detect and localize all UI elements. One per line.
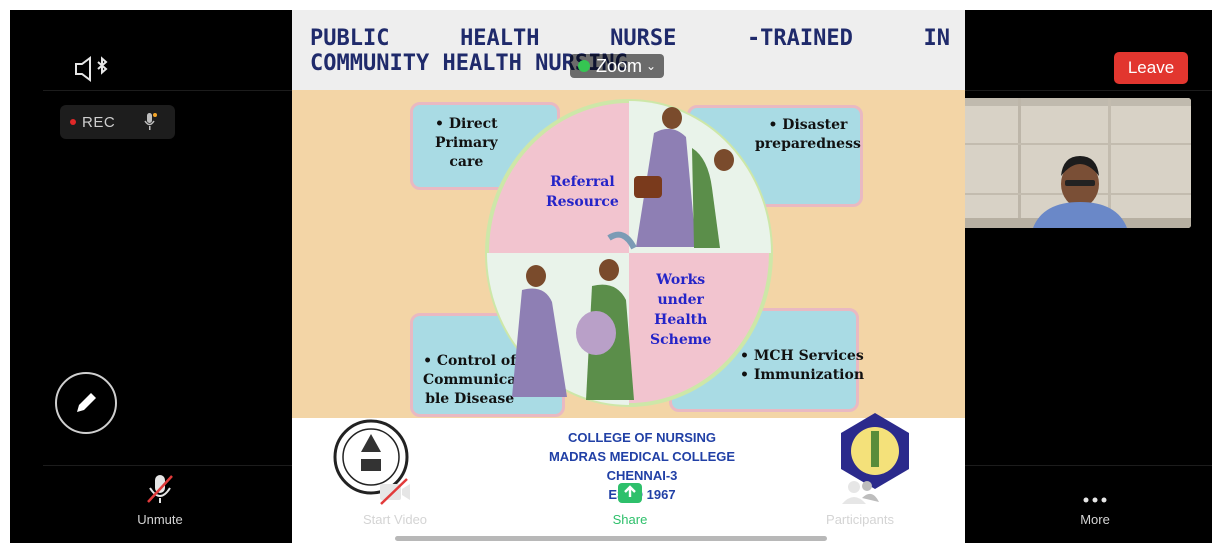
college-name: COLLEGE OF NURSING <box>567 430 717 445</box>
annotate-button[interactable] <box>55 372 117 434</box>
more-button[interactable]: More <box>1070 466 1120 543</box>
zoom-view-menu[interactable]: Zoom ⌄ <box>570 54 665 78</box>
meeting-window: REC Leave PUBLIC HEALTH NURSE -TRAINED I… <box>10 10 1212 543</box>
more-dots-icon <box>1083 497 1107 503</box>
horizontal-scrollbar[interactable] <box>395 536 827 541</box>
participant-video-image <box>958 98 1191 228</box>
start-video-label: Start Video <box>362 512 428 527</box>
recording-indicator[interactable]: REC <box>60 105 175 139</box>
pencil-icon <box>77 393 96 412</box>
share-label: Share <box>612 512 648 527</box>
slide-circle-diagram <box>485 99 773 407</box>
speaker-bluetooth-icon[interactable] <box>72 55 112 83</box>
leave-button[interactable]: Leave <box>1114 52 1188 84</box>
share-screen-icon <box>618 483 642 503</box>
chevron-down-icon: ⌄ <box>646 59 657 73</box>
shared-screen: PUBLIC HEALTH NURSE -TRAINED IN COMMUNIT… <box>292 10 965 543</box>
participants-button[interactable]: Participants <box>810 466 910 543</box>
more-label: More <box>1080 512 1110 527</box>
slide-title-word: -TRAINED <box>746 26 853 51</box>
microphone-muted-icon <box>147 475 173 503</box>
slide-title-word: HEALTH <box>460 26 540 51</box>
meeting-toolbar: Unmute Start Video Share Participants Mo… <box>10 466 1212 543</box>
zoom-label: Zoom <box>596 55 643 76</box>
quadrant-label: Referral Resource <box>546 174 619 210</box>
recording-label: REC <box>82 113 116 131</box>
unmute-label: Unmute <box>137 512 183 527</box>
unmute-button[interactable]: Unmute <box>130 466 190 543</box>
microphone-icon <box>144 113 158 130</box>
slide-title-word: NURSE <box>610 26 677 51</box>
participants-icon <box>842 481 879 504</box>
college-medical: MADRAS MEDICAL COLLEGE <box>548 449 736 464</box>
participants-label: Participants <box>826 512 894 527</box>
recording-dot-icon <box>70 119 76 125</box>
start-video-button[interactable]: Start Video <box>350 466 440 543</box>
slide-title-word: IN <box>923 26 950 51</box>
video-camera-off-icon <box>380 478 410 505</box>
share-button[interactable]: Share <box>600 466 660 543</box>
shield-icon <box>578 60 590 72</box>
quadrant-label: Works under Health Scheme <box>650 272 712 348</box>
slide-title-word: PUBLIC <box>310 26 390 51</box>
participant-video[interactable] <box>958 98 1191 228</box>
